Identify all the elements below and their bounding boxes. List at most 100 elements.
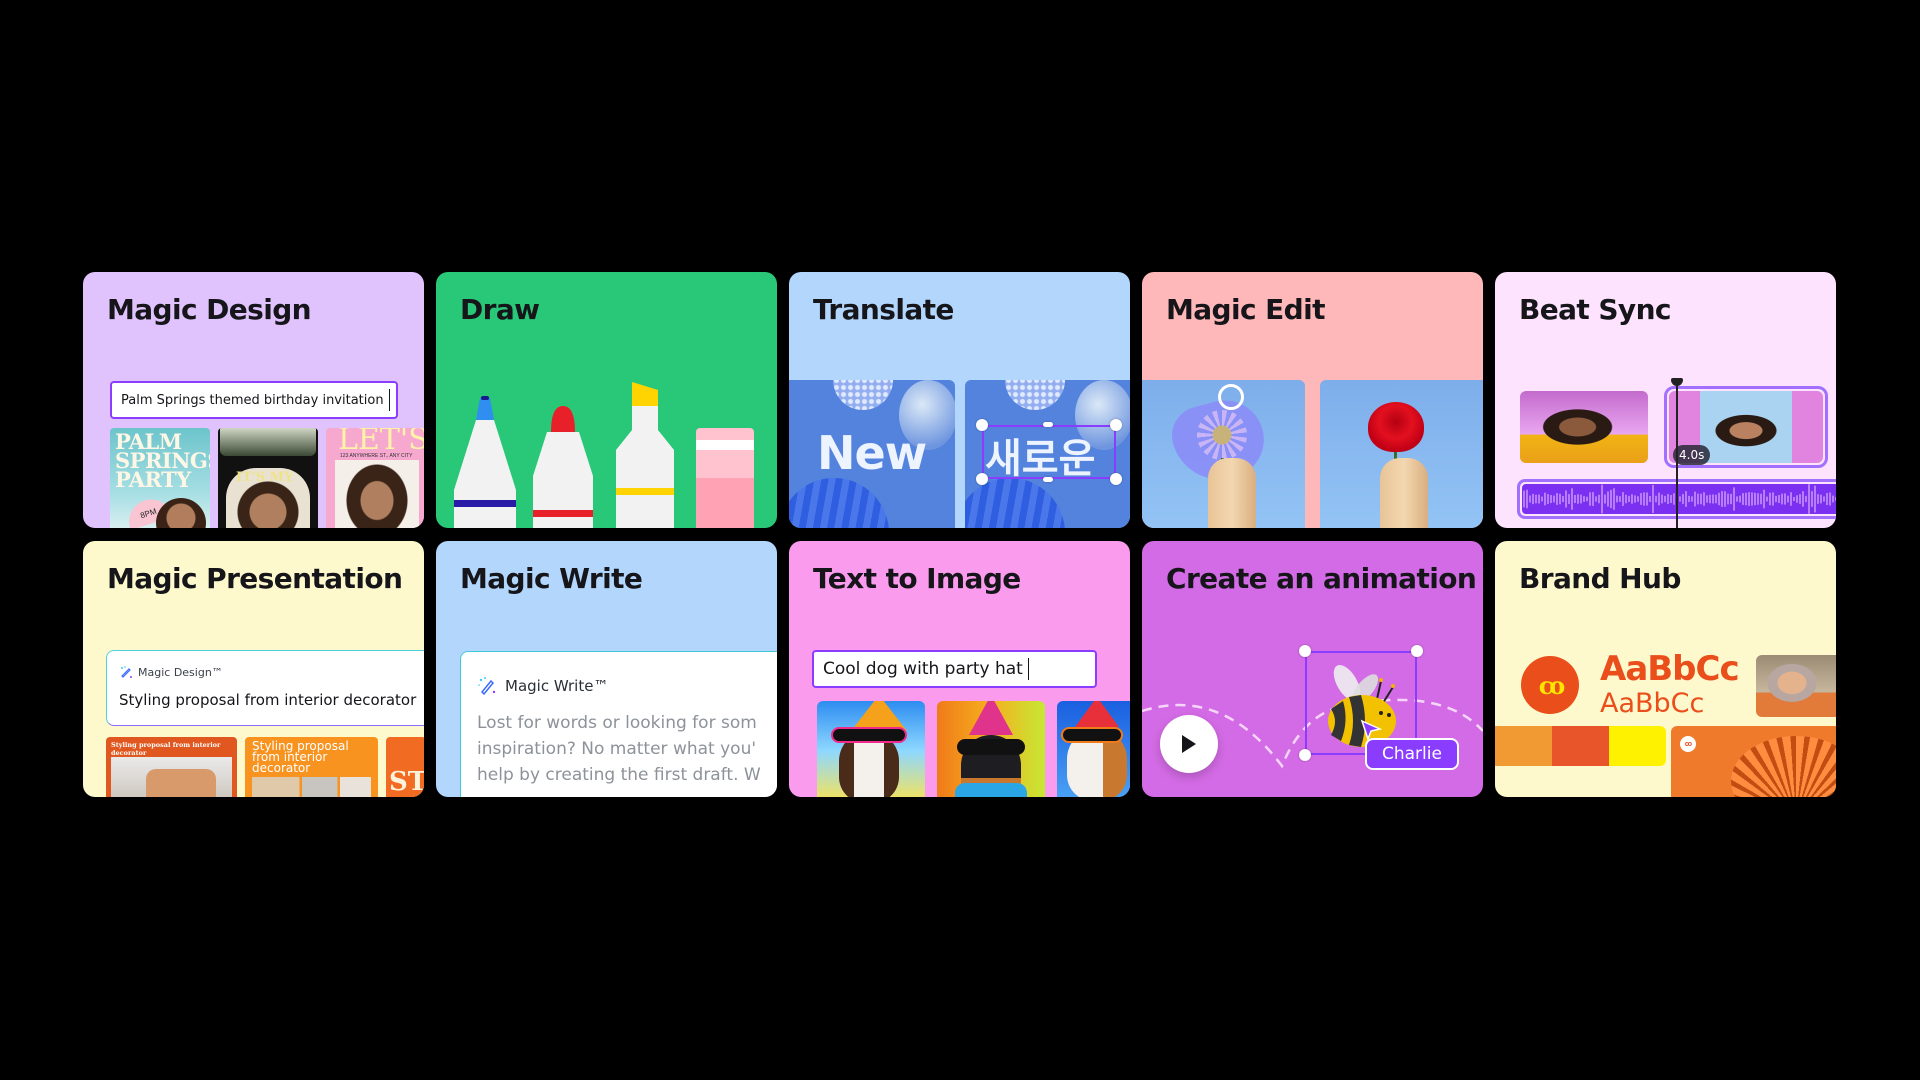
magic-write-panel[interactable]: Magic Write™ Lost for words or looking f…	[460, 651, 777, 797]
slide-title: ST	[389, 767, 424, 797]
card-create-animation[interactable]: Create an animation Charlie	[1142, 541, 1483, 797]
generated-image[interactable]	[817, 701, 925, 797]
glitter-balloon	[1005, 380, 1065, 410]
prompt-text: Palm Springs themed birthday invitation	[121, 392, 384, 408]
highlighter-icon	[616, 382, 674, 528]
collaborator-name-tag: Charlie	[1365, 738, 1459, 770]
text-to-image-prompt-input[interactable]: Cool dog with party hat	[812, 650, 1097, 688]
magic-wand-icon	[121, 666, 132, 678]
design-result-thumbnail[interactable]: IT'S MY	[218, 428, 318, 528]
card-magic-design[interactable]: Magic Design Palm Springs themed birthda…	[83, 272, 424, 528]
source-word: New	[817, 426, 927, 480]
slide-title: Styling proposal from interior decorator	[252, 739, 349, 775]
brand-font-body[interactable]: AaBbCc	[1600, 688, 1704, 719]
resize-handle[interactable]	[1299, 749, 1311, 761]
resize-handle[interactable]	[1043, 477, 1053, 482]
playhead-handle[interactable]	[1671, 378, 1683, 386]
design-result-thumbnail[interactable]: LET'S 123 ANYWHERE ST., ANY CITY	[326, 428, 424, 528]
card-title: Magic Design	[107, 293, 312, 326]
card-brand-hub[interactable]: Brand Hub co AaBbCc AaBbCc co	[1495, 541, 1836, 797]
fine-pen-icon	[454, 396, 516, 528]
source-design: New	[789, 380, 955, 528]
slide-title: Styling proposal from interior decorator	[111, 741, 221, 757]
portrait-photo	[335, 460, 419, 528]
resize-handle[interactable]	[976, 473, 988, 485]
generated-image[interactable]	[937, 701, 1045, 797]
clip-duration-badge: 4.0s	[1673, 445, 1711, 465]
selection-box[interactable]	[982, 425, 1116, 479]
edited-photo	[1320, 380, 1483, 528]
design-results: PALMSPRINGSPARTY 8PM IT'S MY LET'S 123 A…	[110, 428, 424, 528]
text-caret	[388, 389, 391, 411]
card-title: Magic Write	[460, 562, 643, 595]
presentation-thumbnail[interactable]: Styling proposal from interior decorator	[245, 737, 378, 797]
card-draw[interactable]: Draw	[436, 272, 777, 528]
brand-font-heading[interactable]: AaBbCc	[1600, 649, 1740, 689]
resize-handle[interactable]	[1411, 645, 1423, 657]
playhead[interactable]	[1676, 380, 1678, 528]
resize-handle[interactable]	[1110, 419, 1122, 431]
color-swatch[interactable]	[1495, 726, 1552, 766]
fabric-drape	[789, 478, 889, 528]
card-magic-write[interactable]: Magic Write Magic Write™ Lost for words …	[436, 541, 777, 797]
color-swatch[interactable]	[1552, 726, 1609, 766]
prompt-text: Cool dog with party hat	[823, 659, 1023, 679]
original-photo	[1142, 380, 1305, 528]
hand	[1380, 458, 1428, 528]
resize-handle[interactable]	[1299, 645, 1311, 657]
prompt-text[interactable]: Styling proposal from interior decorator	[119, 691, 416, 709]
resize-handle[interactable]	[976, 419, 988, 431]
card-title: Draw	[460, 293, 540, 326]
magic-design-prompt-input[interactable]: Palm Springs themed birthday invitation	[110, 381, 398, 419]
generated-image[interactable]	[1057, 701, 1130, 797]
glitter-balloon	[833, 380, 893, 410]
translated-design: 새로운	[965, 380, 1130, 528]
thumbnail-headline: PALMSPRINGSPARTY	[115, 429, 210, 492]
card-text-to-image[interactable]: Text to Image Cool dog with party hat	[789, 541, 1130, 797]
sunburst-graphic	[1731, 736, 1836, 797]
design-result-thumbnail[interactable]: PALMSPRINGSPARTY 8PM	[110, 428, 210, 528]
card-magic-edit[interactable]: Magic Edit	[1142, 272, 1483, 528]
fabric-drape	[965, 478, 1065, 528]
magic-write-body: Lost for words or looking for som inspir…	[477, 710, 777, 788]
resize-handle[interactable]	[1043, 422, 1053, 427]
generated-images	[817, 701, 1130, 797]
card-translate[interactable]: Translate New 새로운	[789, 272, 1130, 528]
card-title: Magic Presentation	[107, 562, 403, 595]
play-button[interactable]	[1160, 715, 1218, 773]
tool-label-text: Magic Design™	[138, 665, 223, 679]
thumbnail-address: 123 ANYWHERE ST., ANY CITY	[340, 453, 413, 459]
waveform-icon	[1523, 484, 1836, 514]
room-photos	[252, 777, 371, 797]
card-magic-presentation[interactable]: Magic Presentation Magic Design™ Styling…	[83, 541, 424, 797]
sunglasses	[1061, 727, 1123, 743]
presentation-thumbnail[interactable]: Styling proposal from interior decorator	[106, 737, 237, 797]
brush-cursor-icon	[1218, 384, 1244, 410]
tool-label: Magic Write™	[477, 676, 608, 696]
marker-icon	[533, 406, 593, 528]
body-line: help by creating the first draft. W	[477, 765, 761, 785]
color-swatch[interactable]	[1609, 726, 1666, 766]
tool-label-text: Magic Write™	[505, 677, 609, 695]
brand-graphic[interactable]: co	[1671, 726, 1836, 797]
hand	[1208, 458, 1256, 528]
presentation-thumbnail[interactable]: ST	[386, 737, 424, 797]
card-title: Translate	[813, 293, 954, 326]
card-title: Magic Edit	[1166, 293, 1326, 326]
tool-label: Magic Design™	[119, 665, 223, 679]
sunglasses	[957, 739, 1025, 755]
party-hat	[1075, 701, 1119, 727]
feature-card-grid: Magic Design Palm Springs themed birthda…	[83, 272, 1836, 797]
daisy-flower	[1197, 410, 1247, 460]
magic-wand-icon	[478, 677, 496, 696]
brand-logo[interactable]: co	[1521, 656, 1579, 714]
card-title: Create an animation	[1166, 562, 1477, 595]
resize-handle[interactable]	[1110, 473, 1122, 485]
brand-photo[interactable]	[1756, 655, 1836, 717]
party-hat	[969, 701, 1013, 735]
card-beat-sync[interactable]: Beat Sync 4.0s	[1495, 272, 1836, 528]
magic-design-prompt-box[interactable]: Magic Design™ Styling proposal from inte…	[106, 650, 424, 726]
card-title: Beat Sync	[1519, 293, 1672, 326]
video-clip[interactable]	[1520, 391, 1648, 463]
sofa-photo	[146, 769, 216, 797]
